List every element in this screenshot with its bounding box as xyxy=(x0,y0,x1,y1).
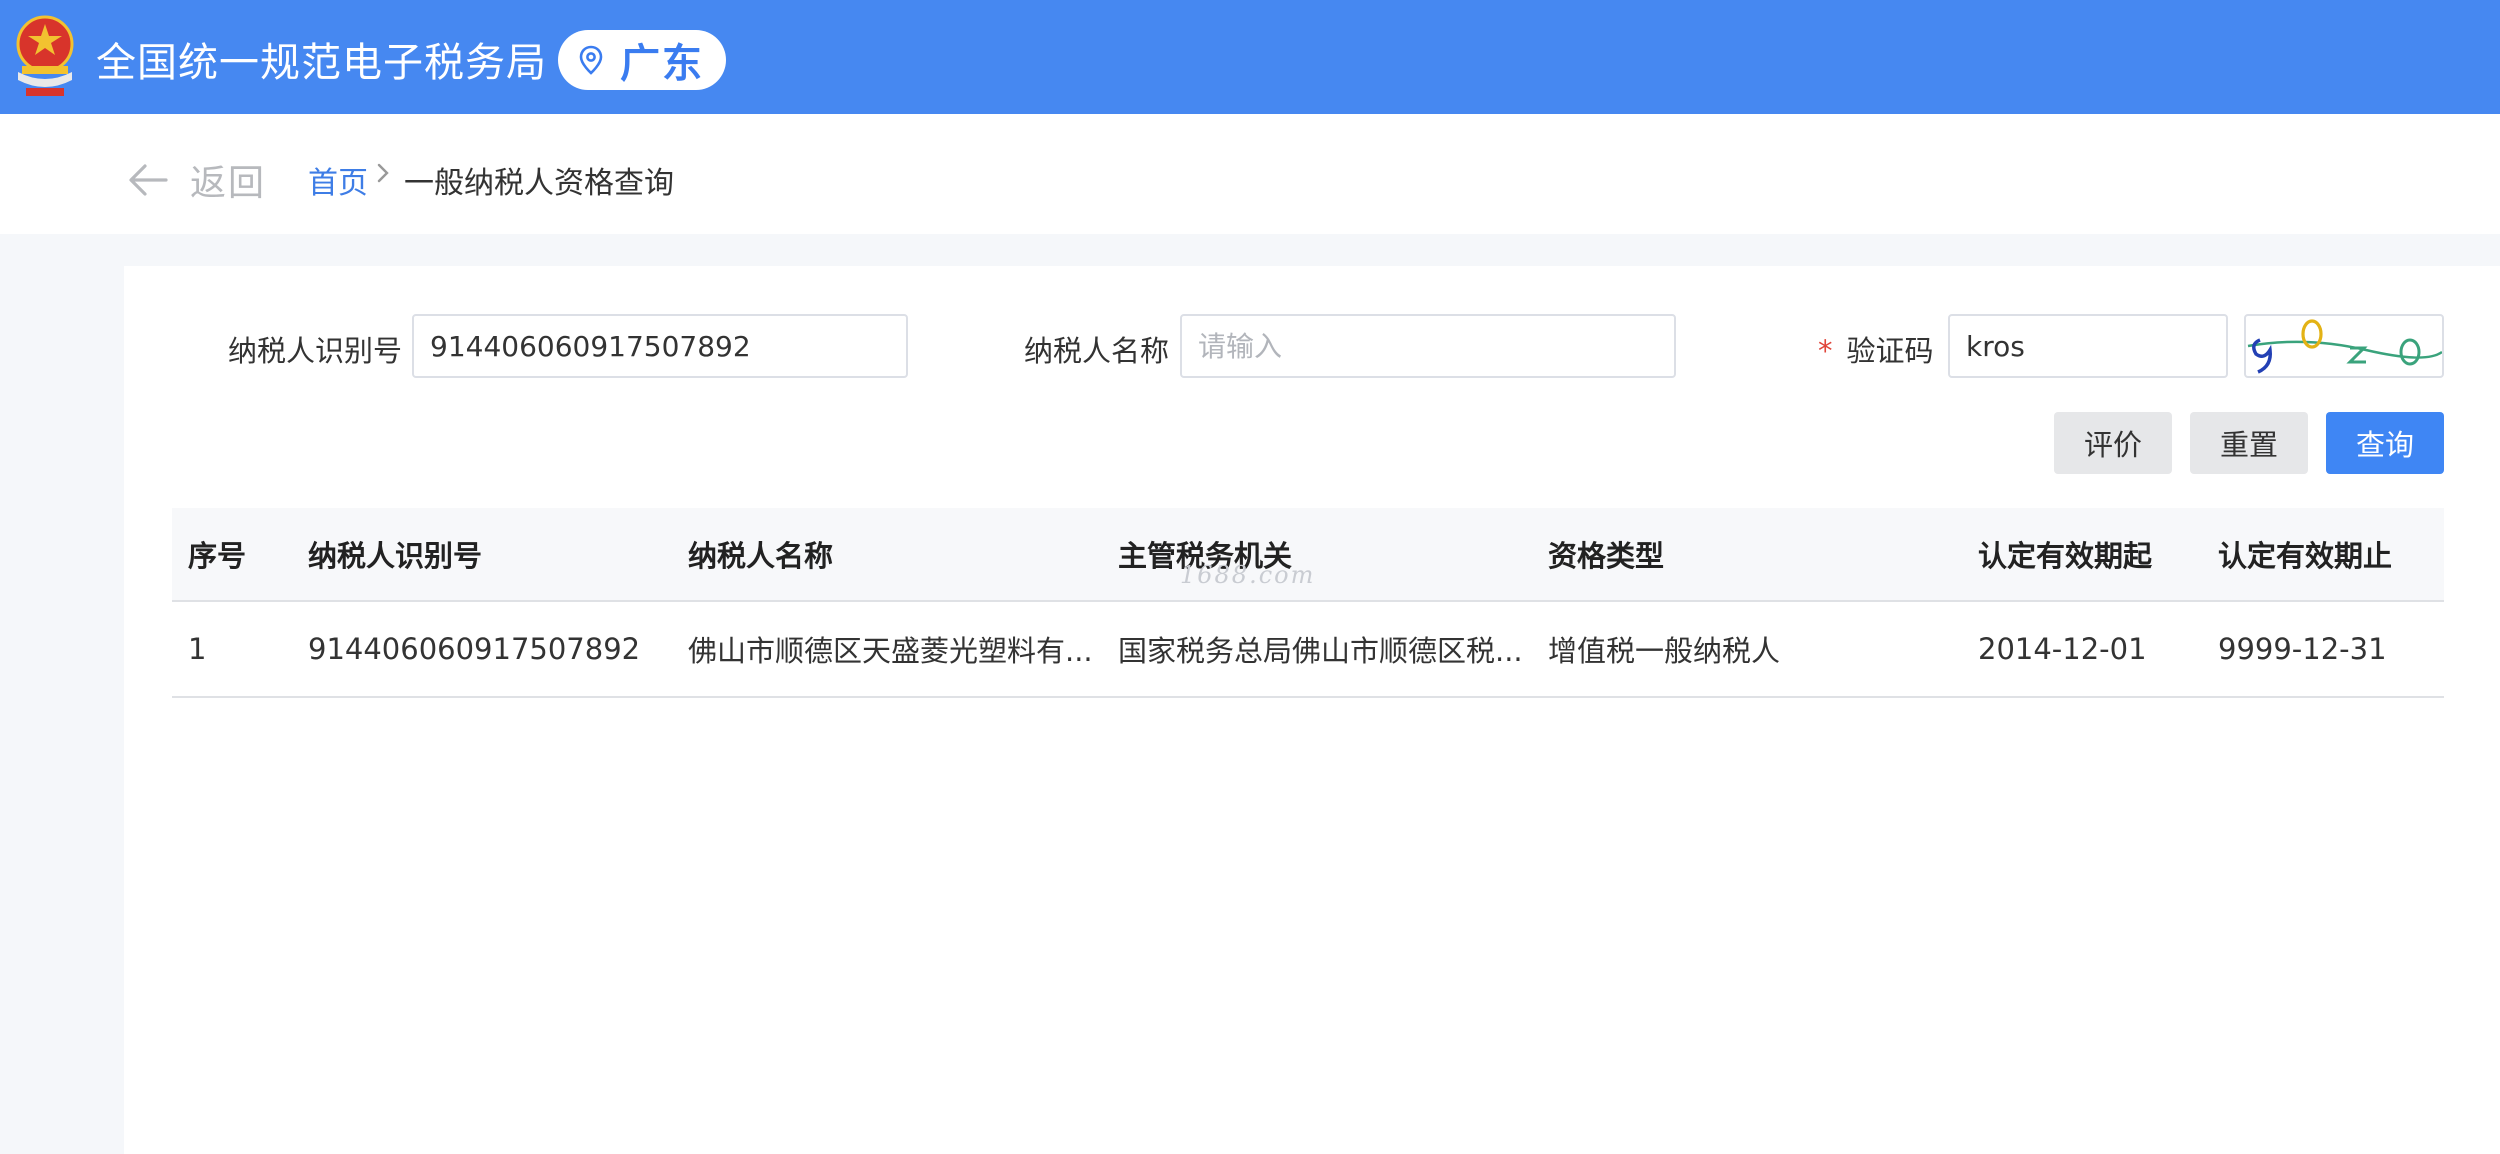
column-header: 认定有效期止 xyxy=(2218,539,2393,573)
reset-button[interactable]: 重置 xyxy=(2190,412,2308,474)
evaluate-button[interactable]: 评价 xyxy=(2054,412,2172,474)
location-pin-icon xyxy=(579,45,603,75)
site-title: 全国统一规范电子税务局 xyxy=(96,40,547,86)
taxpayer-name-label: 纳税人名称 xyxy=(1024,334,1170,368)
top-header: 全国统一规范电子税务局 广东 xyxy=(0,0,2500,114)
breadcrumb-current: 一般纳税人资格查询 xyxy=(404,166,674,201)
arrow-left-icon xyxy=(129,164,168,196)
captcha-label: 验证码 xyxy=(1846,334,1934,368)
breadcrumb-home-link[interactable]: 首页 xyxy=(308,158,368,202)
cell-taxpayer-id: 914406060917507892 xyxy=(308,632,641,666)
cell-tax-authority: 国家税务总局佛山市顺德区税... xyxy=(1118,634,1523,668)
back-button[interactable]: 返回 xyxy=(128,154,266,206)
column-header: 序号 xyxy=(188,539,247,573)
taxpayer-id-label: 纳税人识别号 xyxy=(228,334,403,368)
table-row[interactable]: 1 914406060917507892 佛山市顺德区天盛菱光塑料有... 国家… xyxy=(172,602,2444,698)
region-label: 广东 xyxy=(620,41,704,87)
captcha-graphic-icon xyxy=(2247,319,2443,374)
column-header: 纳税人名称 xyxy=(688,539,834,573)
watermark-text: 1688.com xyxy=(1180,561,1316,589)
cell-valid-to: 9999-12-31 xyxy=(2218,632,2387,666)
cell-taxpayer-name: 佛山市顺德区天盛菱光塑料有... xyxy=(688,634,1093,668)
breadcrumb-bar: 返回 首页 一般纳税人资格查询 xyxy=(0,114,2500,234)
column-header: 资格类型 xyxy=(1548,539,1665,573)
chevron-right-icon xyxy=(377,163,389,183)
cell-index: 1 xyxy=(188,632,207,666)
cell-qualification-type: 增值税一般纳税人 xyxy=(1548,634,1781,668)
main-panel xyxy=(124,266,2500,1154)
taxpayer-name-input[interactable] xyxy=(1180,314,1676,378)
captcha-input[interactable] xyxy=(1948,314,2228,378)
query-button[interactable]: 查询 xyxy=(2326,412,2444,474)
captcha-label-group: * 验证码 xyxy=(1818,328,1934,370)
results-table: 序号 纳税人识别号 纳税人名称 主管税务机关 资格类型 认定有效期起 认定有效期… xyxy=(172,508,2444,698)
column-header: 纳税人识别号 xyxy=(308,539,483,573)
back-label: 返回 xyxy=(190,163,267,204)
tax-emblem-icon xyxy=(16,15,74,96)
cell-valid-from: 2014-12-01 xyxy=(1978,632,2147,666)
required-mark: * xyxy=(1818,334,1833,368)
region-selector[interactable]: 广东 xyxy=(558,30,726,90)
captcha-image[interactable] xyxy=(2244,314,2444,378)
column-header: 认定有效期起 xyxy=(1978,539,2153,573)
taxpayer-id-input[interactable] xyxy=(412,314,908,378)
